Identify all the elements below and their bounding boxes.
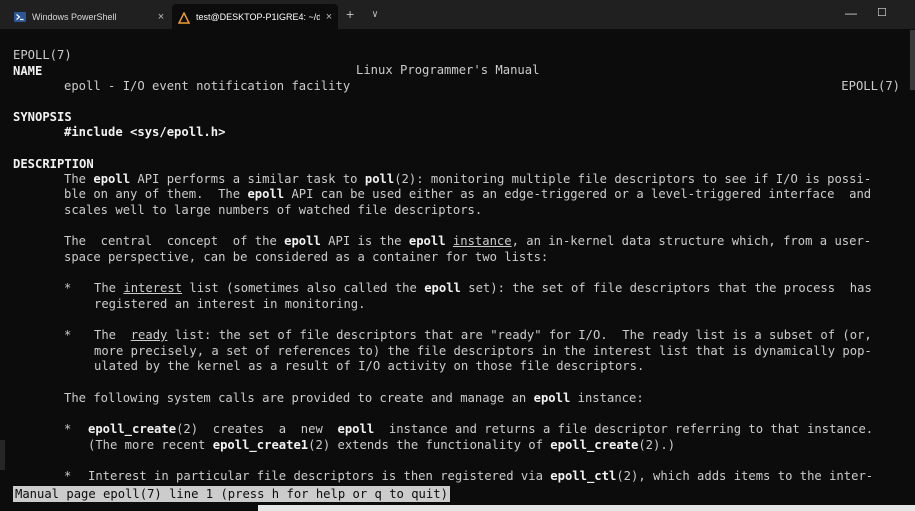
section-heading-synopsis: SYNOPSIS — [13, 110, 72, 124]
bullet-line: registered an interest in monitoring. — [94, 297, 366, 311]
tab-label: test@DESKTOP-P1IGRE4: ~/dat: — [196, 11, 320, 22]
scrollbar-thumb[interactable] — [910, 30, 915, 90]
powershell-icon — [14, 11, 26, 22]
header-right: EPOLL(7) — [841, 78, 900, 93]
bullet-marker: * — [64, 422, 72, 436]
bottom-edge — [0, 505, 915, 511]
tab-ubuntu-terminal[interactable]: test@DESKTOP-P1IGRE4: ~/dat: × — [172, 4, 338, 29]
bullet-marker: * — [64, 469, 72, 483]
header-left: EPOLL(7) — [13, 47, 72, 62]
paragraph-line: space perspective, can be considered as … — [64, 250, 549, 264]
bullet-line: The ready list: the set of file descript… — [94, 328, 872, 342]
pager-status-line: Manual page epoll(7) line 1 (press h for… — [13, 486, 450, 502]
tab-dropdown-button[interactable]: ∨ — [372, 9, 378, 20]
bullet-line: (The more recent epoll_create1(2) extend… — [88, 438, 676, 452]
tab-label: Windows PowerShell — [32, 11, 117, 22]
close-tab-icon[interactable]: × — [152, 11, 170, 23]
paragraph-line: The epoll API performs a similar task to… — [64, 172, 872, 186]
minimize-button[interactable]: — — [845, 6, 857, 20]
paragraph-line: ble on any of them. The epoll API can be… — [64, 187, 872, 201]
terminal-pane[interactable]: EPOLL(7) Linux Programmer's Manual EPOLL… — [13, 30, 908, 505]
tab-windows-powershell[interactable]: Windows PowerShell × — [8, 4, 170, 29]
bullet-marker: * — [64, 281, 72, 295]
close-tab-icon[interactable]: × — [320, 11, 338, 23]
bullet-line: more precisely, a set of references to) … — [94, 344, 872, 358]
header-center: Linux Programmer's Manual — [356, 63, 540, 77]
bullet-marker: * — [64, 328, 72, 342]
bullet-line: ulated by the kernel as a result of I/O … — [94, 359, 645, 373]
man-header: EPOLL(7) Linux Programmer's Manual EPOLL… — [13, 32, 908, 93]
linux-penguin-icon — [177, 10, 191, 24]
bullet-line: Interest in particular file descriptors … — [88, 469, 874, 483]
section-heading-description: DESCRIPTION — [13, 157, 94, 171]
new-tab-button[interactable]: + — [346, 6, 354, 22]
paragraph-line: scales well to large numbers of watched … — [64, 203, 483, 217]
paragraph-line: The central concept of the epoll API is … — [64, 234, 872, 248]
maximize-button[interactable]: ☐ — [877, 6, 887, 19]
section-heading-name: NAME — [13, 64, 43, 78]
taskbar-strip — [258, 505, 915, 511]
name-text: epoll - I/O event notification facility — [64, 79, 351, 93]
bullet-line: The interest list (sometimes also called… — [94, 281, 872, 295]
title-bar: Windows PowerShell × test@DESKTOP-P1IGRE… — [0, 0, 915, 29]
bullet-line: epoll_create(2) creates a new epoll inst… — [88, 422, 874, 436]
paragraph-line: The following system calls are provided … — [64, 391, 644, 405]
synopsis-text: #include <sys/epoll.h> — [64, 125, 226, 139]
window-edge — [0, 440, 5, 470]
scrollbar[interactable] — [910, 30, 915, 505]
